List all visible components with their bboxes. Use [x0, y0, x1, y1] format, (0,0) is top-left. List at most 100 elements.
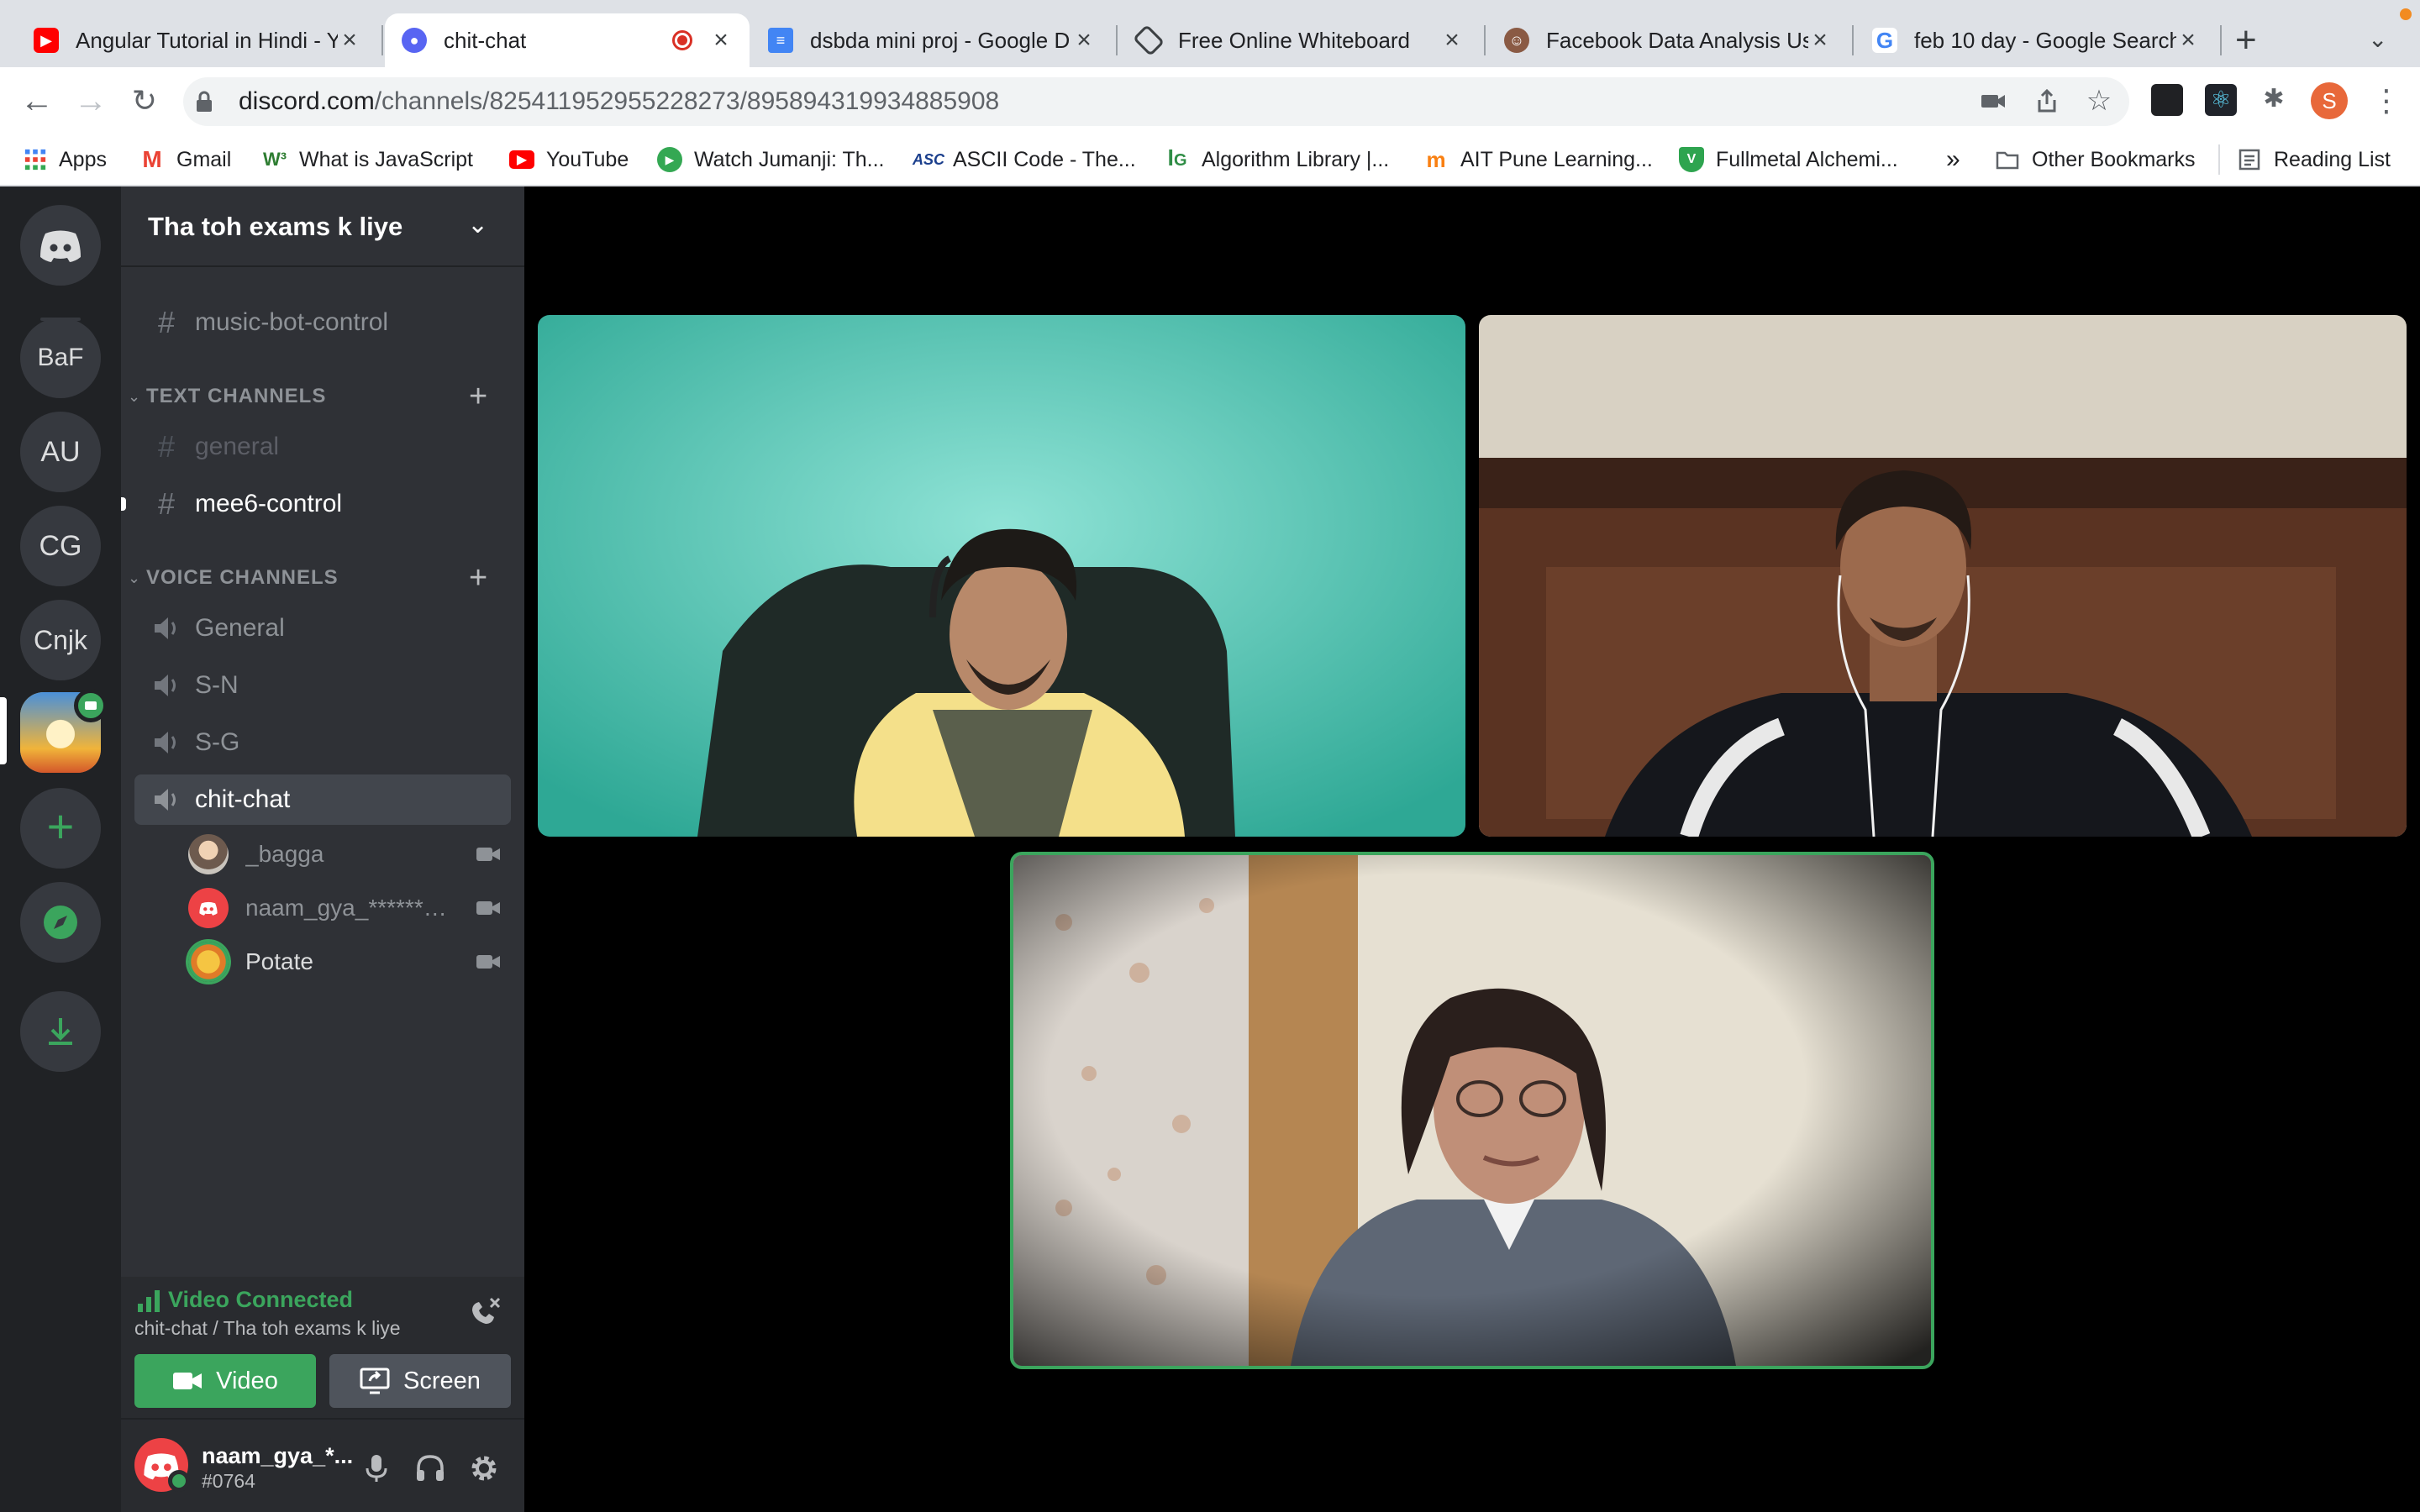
server-au[interactable]: AU	[20, 412, 101, 492]
reading-list-icon	[2238, 149, 2260, 171]
headphones-icon[interactable]	[412, 1450, 449, 1487]
tab-free-online-whiteboard[interactable]: Free Online Whiteboard ×	[1119, 13, 1481, 67]
voice-user-name: Potate	[245, 948, 313, 974]
new-tab-plus-icon[interactable]: +	[2235, 22, 2257, 59]
close-icon[interactable]: ×	[709, 28, 733, 53]
tab-google-search[interactable]: G feb 10 day - Google Search ×	[1855, 13, 2217, 67]
channel-mee6-control[interactable]: # mee6-control	[134, 479, 511, 529]
tab-chit-chat[interactable]: ● chit-chat ×	[385, 13, 750, 67]
star-icon[interactable]: ☆	[2084, 86, 2114, 116]
close-icon[interactable]: ×	[1072, 28, 1096, 53]
video-tile-participant-2[interactable]	[1479, 315, 2407, 837]
signal-strength-icon[interactable]	[136, 1289, 161, 1312]
bookmark-apps[interactable]: Apps	[24, 143, 107, 176]
voice-channel-general[interactable]: General	[134, 603, 511, 654]
download-apps-button[interactable]	[20, 991, 101, 1072]
online-status-icon	[168, 1470, 190, 1492]
reading-list-label: Reading List	[2274, 147, 2391, 171]
channel-name: S-G	[195, 728, 240, 756]
shield-icon: V	[1679, 147, 1704, 172]
tab-title: dsbda mini proj - Google D	[810, 27, 1071, 53]
bookmark-gmail[interactable]: M Gmail	[139, 143, 231, 176]
bookmark-folder-other[interactable]: Other Bookmarks	[1995, 143, 2196, 176]
active-server-pill	[0, 697, 7, 764]
explore-servers-button[interactable]	[20, 882, 101, 963]
voice-channel-chit-chat[interactable]: chit-chat	[134, 774, 511, 825]
voice-user-potate[interactable]: Potate	[188, 939, 511, 984]
channel-general[interactable]: # general	[134, 422, 511, 472]
bookmark-watch-jumanji[interactable]: ▶ Watch Jumanji: Th...	[657, 143, 884, 176]
voice-user-naam-gya[interactable]: naam_gya_*********...	[188, 885, 511, 931]
ascii-icon: ASC	[913, 150, 945, 168]
react-devtools-icon[interactable]: ⚛	[2205, 84, 2237, 116]
video-live-icon	[74, 689, 108, 722]
extension-glasses-icon[interactable]	[2151, 84, 2183, 116]
channel-music-bot-control[interactable]: # music-bot-control	[134, 297, 511, 348]
screen-button-label: Screen	[403, 1367, 481, 1394]
forward-arrow-icon[interactable]: →	[72, 82, 109, 119]
close-icon[interactable]: ×	[1440, 28, 1464, 53]
add-server-button[interactable]: +	[20, 788, 101, 869]
user-discriminator[interactable]: #0764	[202, 1470, 255, 1493]
screen-share-button[interactable]: Screen	[329, 1354, 511, 1408]
share-icon[interactable]	[2032, 86, 2062, 116]
video-toggle-button[interactable]: Video	[134, 1354, 316, 1408]
tab-angular-tutorial[interactable]: ▶ Angular Tutorial in Hindi - Y ×	[17, 13, 378, 67]
back-arrow-icon[interactable]: ←	[18, 82, 55, 119]
discord-logo-icon	[40, 230, 81, 262]
bookmarks-overflow-chevron-icon[interactable]: »	[1946, 143, 1960, 176]
create-text-channel-plus-icon[interactable]: +	[469, 381, 487, 412]
avatar	[188, 888, 229, 928]
server-tha-toh-exams[interactable]	[20, 689, 108, 773]
bookmark-what-is-javascript[interactable]: W³ What is JavaScript	[262, 143, 473, 176]
camera-in-use-icon[interactable]	[1978, 86, 2008, 116]
lock-icon[interactable]	[192, 89, 217, 114]
microphone-icon[interactable]	[358, 1450, 395, 1487]
reading-list-button[interactable]: Reading List	[2237, 143, 2391, 176]
discord-logo-icon	[199, 901, 218, 916]
avatar	[188, 942, 229, 982]
close-icon[interactable]: ×	[338, 28, 361, 53]
url-host: discord.com	[239, 87, 375, 115]
disconnect-phone-icon[interactable]	[466, 1294, 502, 1331]
close-icon[interactable]: ×	[1808, 28, 1832, 53]
url-text[interactable]: discord.com/channels/825411952955228273/…	[239, 87, 999, 116]
bookmark-fullmetal-alchemist[interactable]: V Fullmetal Alchemi...	[1679, 143, 1898, 176]
video-tile-participant-3-speaking[interactable]	[1010, 852, 1934, 1369]
chevron-down-icon[interactable]: ⌄	[467, 210, 488, 239]
category-text-channels[interactable]: ⌄ TEXT CHANNELS	[128, 381, 326, 412]
bookmark-ait-pune[interactable]: m AIT Pune Learning...	[1423, 143, 1652, 176]
reload-icon[interactable]: ↻	[126, 82, 163, 119]
bookmark-ascii-code[interactable]: ASC ASCII Code - The...	[913, 143, 1136, 176]
server-baf[interactable]: BaF	[20, 318, 101, 398]
puzzle-piece-icon[interactable]: ✱	[2259, 84, 2289, 114]
close-icon[interactable]: ×	[2176, 28, 2200, 53]
server-cg[interactable]: CG	[20, 506, 101, 586]
voice-user-name: _bagga	[245, 841, 324, 867]
video-tile-participant-1[interactable]	[538, 315, 1465, 837]
bookmark-youtube[interactable]: ▶ YouTube	[509, 143, 629, 176]
category-voice-channels[interactable]: ⌄ VOICE CHANNELS	[128, 563, 339, 593]
moodle-icon: m	[1426, 146, 1446, 172]
connection-status[interactable]: Video Connected	[168, 1287, 353, 1313]
profile-avatar[interactable]: S	[2311, 82, 2348, 119]
tab-separator	[1116, 25, 1118, 55]
tab-dsbda-mini-proj[interactable]: ≡ dsbda mini proj - Google D ×	[751, 13, 1113, 67]
kebab-menu-icon[interactable]: ⋮	[2371, 84, 2402, 118]
participant-video-feed	[538, 315, 1465, 837]
tab-facebook-data-analysis[interactable]: ☺ Facebook Data Analysis Us ×	[1487, 13, 1849, 67]
voice-channel-s-g[interactable]: S-G	[134, 717, 511, 768]
bookmark-label: YouTube	[546, 147, 629, 171]
server-cnjk[interactable]: Cnjk	[20, 600, 101, 680]
bookmark-algorithm-library[interactable]: ꟾG Algorithm Library |...	[1165, 143, 1390, 176]
tab-search-chevron-icon[interactable]: ⌄	[2368, 25, 2387, 53]
create-voice-channel-plus-icon[interactable]: +	[469, 562, 487, 594]
connection-location[interactable]: chit-chat / Tha toh exams k liye	[134, 1317, 401, 1340]
voice-channel-s-n[interactable]: S-N	[134, 660, 511, 711]
username[interactable]: naam_gya_*...	[202, 1443, 353, 1469]
chevron-down-icon: ⌄	[128, 569, 141, 586]
google-icon: G	[1872, 28, 1897, 53]
gear-icon[interactable]	[466, 1450, 502, 1487]
voice-user-bagga[interactable]: _bagga	[188, 832, 511, 877]
discord-home-button[interactable]	[20, 205, 101, 286]
